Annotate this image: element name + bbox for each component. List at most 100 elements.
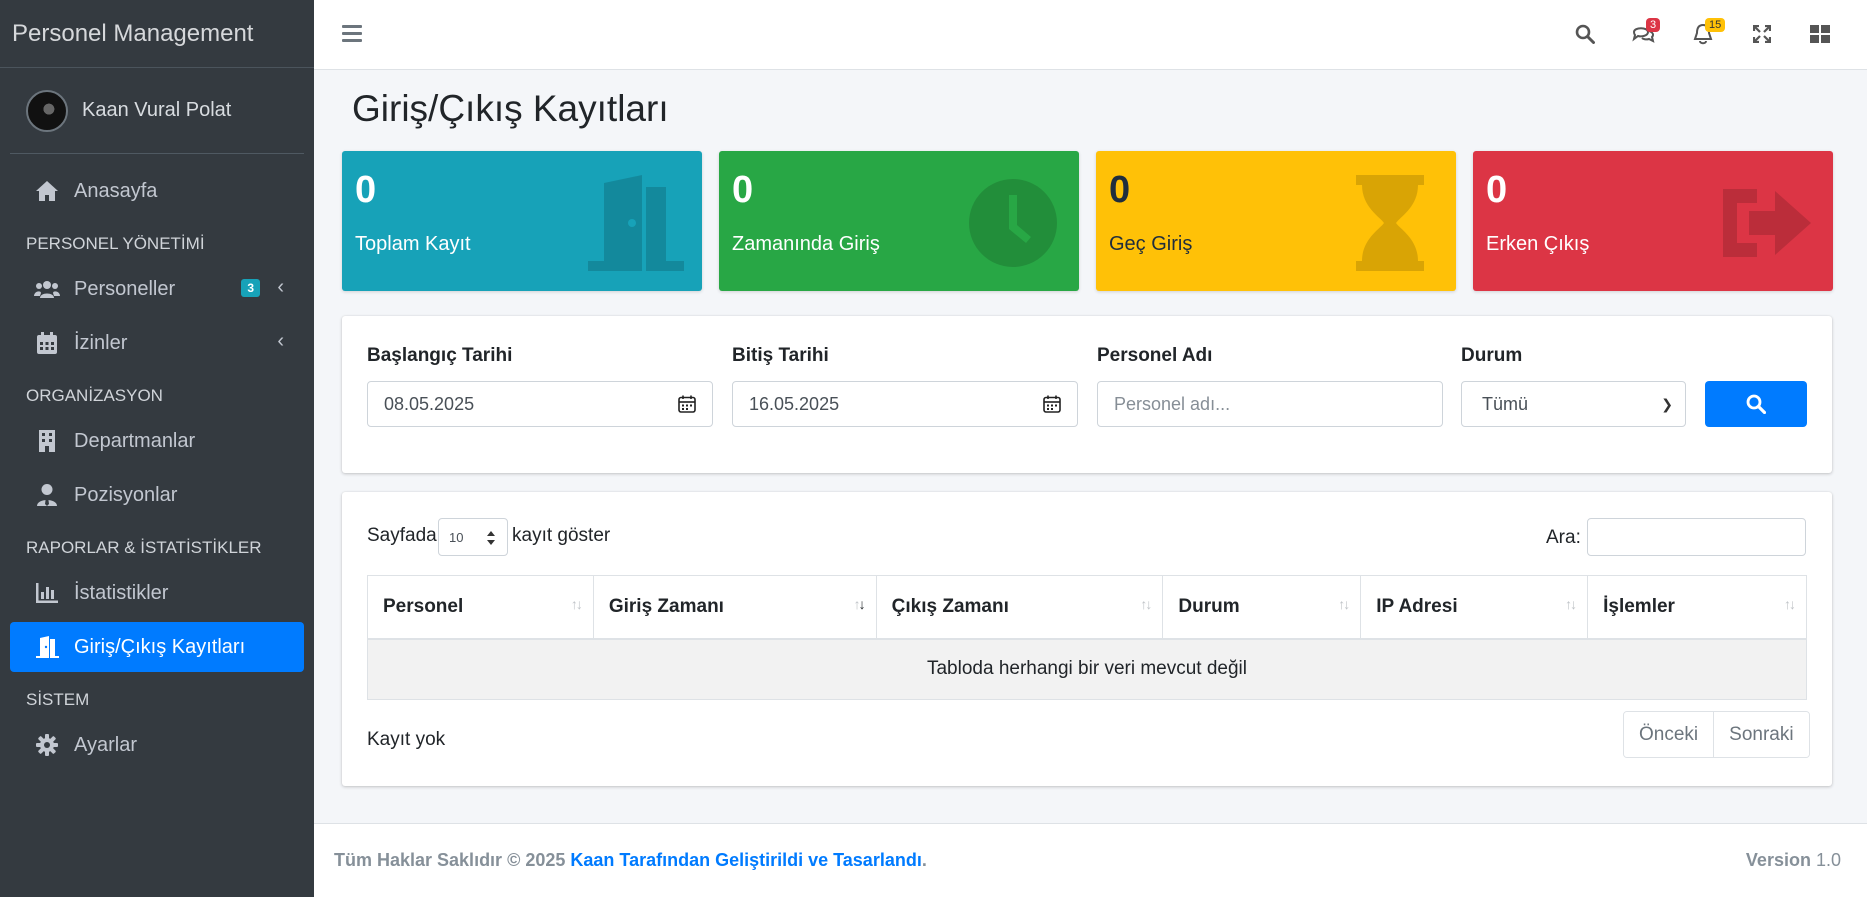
home-icon [34,178,60,204]
column-header-islemler[interactable]: İşlemler ↑↓ [1587,575,1807,640]
length-prefix: Sayfada [367,525,437,546]
personel-name-label: Personel Adı [1097,345,1213,366]
comments-icon[interactable]: 3 [1630,18,1661,48]
sidebar-item-izinler[interactable]: İzinler ‹ [10,318,304,368]
sort-desc-icon: ↑↓ [853,596,866,612]
stat-label: Erken Çıkış [1486,233,1590,255]
user-name: Kaan Vural Polat [82,99,232,121]
notifications-badge: 15 [1705,18,1726,32]
sidebar-item-pozisyonlar[interactable]: Pozisyonlar [10,470,304,520]
sidebar-item-personeller[interactable]: Personeller 3 ‹ [10,264,304,314]
status-selected-value: Tümü [1482,393,1529,414]
records-table: Personel ↑↓ Giriş Zamanı ↑↓ Çıkış Zamanı ↑↓… [367,575,1807,700]
column-header-cikis-zamani[interactable]: Çıkış Zamanı ↑↓ [875,575,1164,640]
sidebar-item-istatistikler[interactable]: İstatistikler [10,568,304,618]
table-search-input[interactable] [1587,518,1806,556]
sort-icon: ↑↓ [1565,596,1577,612]
sidebar-item-label: Personeller [74,277,176,300]
stat-label: Zamanında Giriş [732,233,880,255]
author-link[interactable]: Kaan Tarafından Geliştirildi ve Tasarlan… [570,850,921,870]
table-info: Kayıt yok [367,729,446,750]
status-label: Durum [1461,345,1523,366]
length-suffix: kayıt göster [512,525,611,546]
fullscreen-icon[interactable] [1748,20,1776,48]
stat-value: 0 [355,169,377,211]
sidebar-item-label: Departmanlar [74,429,196,452]
messages-badge: 3 [1646,18,1661,32]
sidebar-item-giris-cikis[interactable]: Giriş/Çıkış Kayıtları [10,622,304,672]
sidebar-item-label: Giriş/Çıkış Kayıtları [74,635,246,658]
chart-bar-icon [34,580,60,606]
chevron-left-icon: ‹ [277,276,284,298]
footer-copyright: Tüm Haklar Saklıdır © 2025 Kaan Tarafınd… [334,850,927,870]
stat-box-total: 0 Toplam Kayıt [342,151,702,291]
sidebar-item-ayarlar[interactable]: Ayarlar [10,720,304,770]
empty-table-message: Tabloda herhangi bir veri mevcut değil [367,638,1807,700]
calendar-icon[interactable] [1043,395,1061,413]
door-open-icon [34,634,60,660]
sort-icon: ↑↓ [570,596,583,612]
sidebar-item-label: Anasayfa [74,179,158,202]
stat-label: Toplam Kayıt [355,233,471,255]
sidebar: Personel Management Kaan Vural Polat Ana… [0,0,314,897]
previous-page-button[interactable]: Önceki [1624,712,1714,757]
top-navbar: 3 15 [314,0,1867,70]
page-length-select[interactable]: 10 [438,518,508,556]
bell-icon[interactable]: 15 [1689,18,1726,48]
building-icon [34,428,60,454]
column-header-ip-adresi[interactable]: IP Adresi ↑↓ [1360,575,1589,640]
sidebar-item-departmanlar[interactable]: Departmanlar [10,416,304,466]
column-header-personel[interactable]: Personel ↑↓ [367,575,594,640]
sidebar-nav: Anasayfa PERSONEL YÖNETİMİ Personeller 3… [0,154,314,770]
version-value: 1.0 [1815,850,1841,870]
next-page-button[interactable]: Sonraki [1713,712,1809,757]
sidebar-item-label: Pozisyonlar [74,483,178,506]
stat-box-early-exit: 0 Erken Çıkış [1473,151,1833,291]
clock-icon [969,179,1057,267]
column-header-durum[interactable]: Durum ↑↓ [1162,575,1362,640]
stat-value: 0 [732,169,754,211]
start-date-value: 08.05.2025 [384,393,475,414]
footer: Tüm Haklar Saklıdır © 2025 Kaan Tarafınd… [314,823,1867,897]
start-date-input[interactable]: 08.05.2025 [367,381,713,427]
nav-header-raporlar: RAPORLAR & İSTATİSTİKLER [26,538,262,557]
end-date-label: Bitiş Tarihi [732,345,829,366]
search-icon[interactable] [1571,20,1599,48]
column-header-giris-zamani[interactable]: Giriş Zamanı ↑↓ [592,575,877,640]
end-date-value: 16.05.2025 [749,393,840,414]
calendar-icon [34,330,60,356]
sidebar-item-label: İstatistikler [74,581,169,604]
stat-value: 0 [1486,169,1508,211]
personeller-count-badge: 3 [241,279,260,297]
nav-header-organizasyon: ORGANİZASYON [26,386,163,405]
end-date-input[interactable]: 16.05.2025 [732,381,1078,427]
sidebar-item-label: İzinler [74,331,128,354]
sort-icon: ↑↓ [1338,596,1350,612]
personel-name-input[interactable]: Personel adı... [1097,381,1443,427]
table-header-row: Personel ↑↓ Giriş Zamanı ↑↓ Çıkış Zamanı ↑↓… [367,575,1807,640]
start-date-label: Başlangıç Tarihi [367,345,513,366]
table-row: Tabloda herhangi bir veri mevcut değil [367,638,1807,700]
footer-version: Version 1.0 [1746,850,1841,871]
user-tie-icon [34,482,60,508]
page-title: Giriş/Çıkış Kayıtları [352,88,669,129]
avatar [26,89,68,132]
users-icon [34,276,60,302]
filter-search-button[interactable] [1705,381,1807,427]
grid-icon[interactable] [1806,20,1834,48]
user-panel[interactable]: Kaan Vural Polat [10,68,304,154]
stat-box-on-time: 0 Zamanında Giriş [719,151,1079,291]
page-length-value: 10 [449,529,464,545]
calendar-icon[interactable] [678,395,696,413]
stat-value: 0 [1109,169,1131,211]
brand-link[interactable]: Personel Management [0,0,314,68]
status-select[interactable]: Tümü ❯ [1461,381,1686,427]
table-search-label: Ara: [1546,527,1581,548]
sort-arrows-icon [487,531,495,545]
door-open-icon [588,175,684,271]
menu-toggle-icon[interactable] [342,22,362,44]
chevron-left-icon: ‹ [277,330,284,352]
sidebar-item-home[interactable]: Anasayfa [10,166,304,216]
version-label: Version [1745,850,1811,870]
pagination: Önceki Sonraki [1623,711,1810,758]
